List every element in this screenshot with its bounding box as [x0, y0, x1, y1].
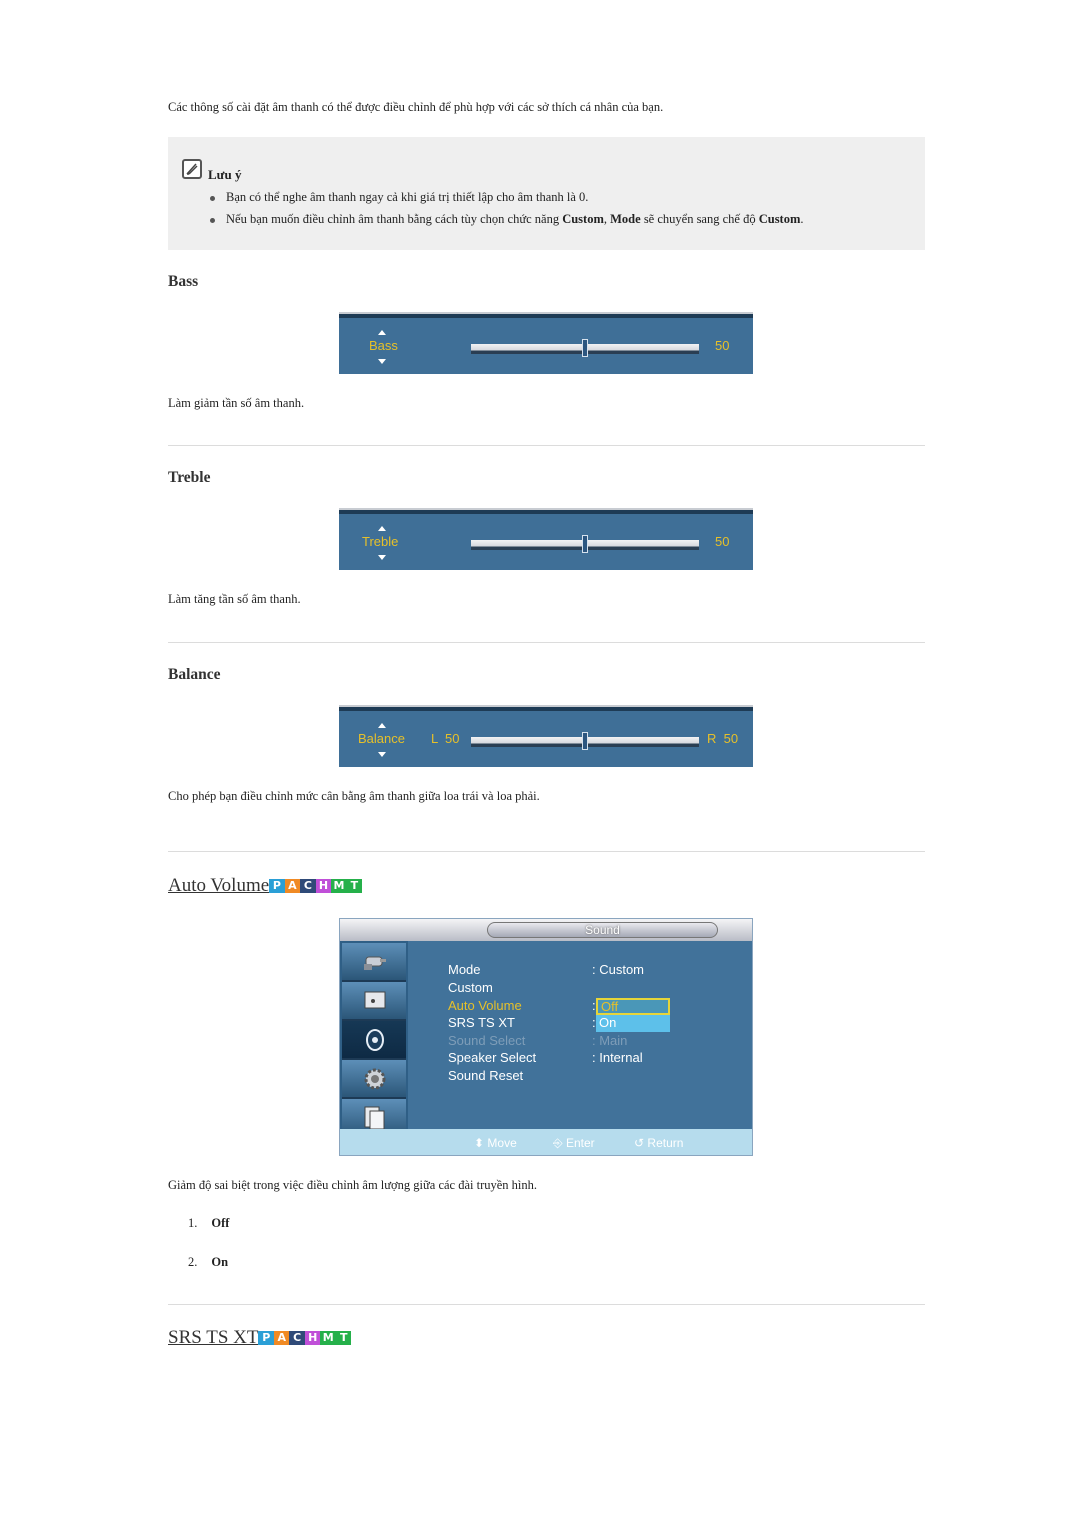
slider-thumb[interactable]	[582, 732, 588, 750]
arrow-up-icon	[378, 330, 386, 335]
balance-right-value: R 50	[707, 731, 739, 746]
badge-m: M	[320, 1331, 336, 1345]
dropdown-option-on[interactable]: On	[596, 1015, 670, 1032]
note-title: Lưu ý	[208, 167, 242, 182]
intro-text: Các thông số cài đặt âm thanh có thể đượ…	[168, 100, 664, 114]
balance-left-value: L 50	[431, 731, 460, 746]
auto-volume-description: Giảm độ sai biệt trong việc điều chỉnh â…	[168, 1178, 538, 1192]
move-hint: ⬍ Move	[474, 1136, 517, 1150]
setup-gear-icon[interactable]	[342, 1060, 406, 1099]
sound-menu: Sound Mode : Custom Custom Auto Volume :…	[339, 918, 753, 1156]
menu-row-custom[interactable]: Custom	[448, 980, 493, 995]
badge-h: H	[304, 1331, 321, 1345]
note-item-text: Bạn có thể nghe âm thanh ngay cả khi giá…	[226, 190, 589, 204]
move-arrows-icon: ⬍	[474, 1136, 485, 1150]
slider-thumb[interactable]	[582, 339, 588, 357]
menu-row-srs-ts-xt[interactable]: SRS TS XT	[448, 1015, 515, 1030]
badge-a: A	[284, 879, 301, 893]
note-item: Bạn có thể nghe âm thanh ngay cả khi giá…	[210, 190, 588, 205]
menu-row-speaker-select[interactable]: Speaker Select	[448, 1050, 536, 1065]
heading-link[interactable]: SRS TS XT	[168, 1327, 258, 1348]
divider	[168, 851, 925, 852]
menu-row-sound-select-value: : Main	[592, 1033, 628, 1048]
menu-title: Sound	[487, 922, 718, 938]
badge-m: M	[331, 879, 347, 893]
note-item: Nếu bạn muốn điều chỉnh âm thanh bằng cá…	[210, 212, 804, 227]
sound-icon[interactable]	[342, 1021, 406, 1060]
badge-c: C	[300, 879, 316, 893]
menu-footer: ⬍ Move ⎆ Enter ↺ Return	[340, 1129, 752, 1155]
badge-c: C	[289, 1331, 305, 1345]
section-description: Làm giảm tần số âm thanh.	[168, 396, 305, 410]
osd-balance-slider: Balance L 50 R 50	[339, 705, 753, 767]
option-item: 1. Off	[188, 1216, 230, 1230]
badge-t: T	[335, 1331, 352, 1345]
slider-value: 50	[715, 534, 730, 549]
badge-p: P	[269, 879, 285, 893]
picture-icon[interactable]	[342, 982, 406, 1021]
badge-h: H	[315, 879, 332, 893]
input-plug-icon[interactable]	[342, 943, 406, 982]
auto-volume-heading[interactable]: Auto Volume PACHMT	[168, 875, 363, 897]
note-pencil-icon	[182, 159, 202, 179]
menu-row-sound-select: Sound Select	[448, 1033, 526, 1048]
model-badges: PACHMT	[269, 879, 363, 893]
section-description: Cho phép bạn điều chỉnh mức cân bằng âm …	[168, 789, 540, 803]
arrow-down-icon	[378, 752, 386, 757]
menu-row-mode[interactable]: Mode	[448, 962, 481, 977]
osd-label: Bass	[369, 338, 398, 353]
note-item-text: Nếu bạn muốn điều chỉnh âm thanh bằng cá…	[226, 212, 804, 226]
dropdown-option-off[interactable]: Off	[596, 998, 670, 1015]
option-item: 2. On	[188, 1255, 229, 1269]
osd-label: Balance	[358, 731, 405, 746]
divider	[168, 1304, 925, 1305]
badge-t: T	[346, 879, 363, 893]
badge-a: A	[273, 1331, 290, 1345]
enter-icon: ⎆	[553, 1136, 563, 1150]
arrow-down-icon	[378, 555, 386, 560]
menu-sidebar	[340, 941, 408, 1139]
osd-label: Treble	[362, 534, 399, 549]
arrow-up-icon	[378, 526, 386, 531]
section-heading-bass: Bass	[168, 273, 199, 290]
menu-row-mode-value: : Custom	[592, 962, 645, 977]
return-hint: ↺ Return	[634, 1136, 684, 1150]
srs-heading[interactable]: SRS TS XT PACHMT	[168, 1327, 352, 1349]
menu-row-sound-reset[interactable]: Sound Reset	[448, 1068, 523, 1083]
model-badges: PACHMT	[258, 1331, 352, 1345]
arrow-down-icon	[378, 359, 386, 364]
section-description: Làm tăng tần số âm thanh.	[168, 592, 301, 606]
return-icon: ↺	[634, 1136, 645, 1150]
heading-link[interactable]: Auto Volume	[168, 875, 269, 896]
menu-row-auto-volume[interactable]: Auto Volume	[448, 998, 522, 1013]
osd-treble-slider: Treble 50	[339, 508, 753, 570]
section-heading-treble: Treble	[168, 469, 211, 486]
slider-value: 50	[715, 338, 730, 353]
slider-thumb[interactable]	[582, 535, 588, 553]
enter-hint: ⎆ Enter	[553, 1136, 595, 1150]
osd-bass-slider: Bass 50	[339, 312, 753, 374]
divider	[168, 642, 925, 643]
arrow-up-icon	[378, 723, 386, 728]
auto-volume-dropdown[interactable]: Off On	[596, 998, 670, 1032]
menu-row-speaker-select-value: : Internal	[592, 1050, 643, 1065]
section-heading-balance: Balance	[168, 666, 221, 683]
divider	[168, 445, 925, 446]
badge-p: P	[258, 1331, 274, 1345]
